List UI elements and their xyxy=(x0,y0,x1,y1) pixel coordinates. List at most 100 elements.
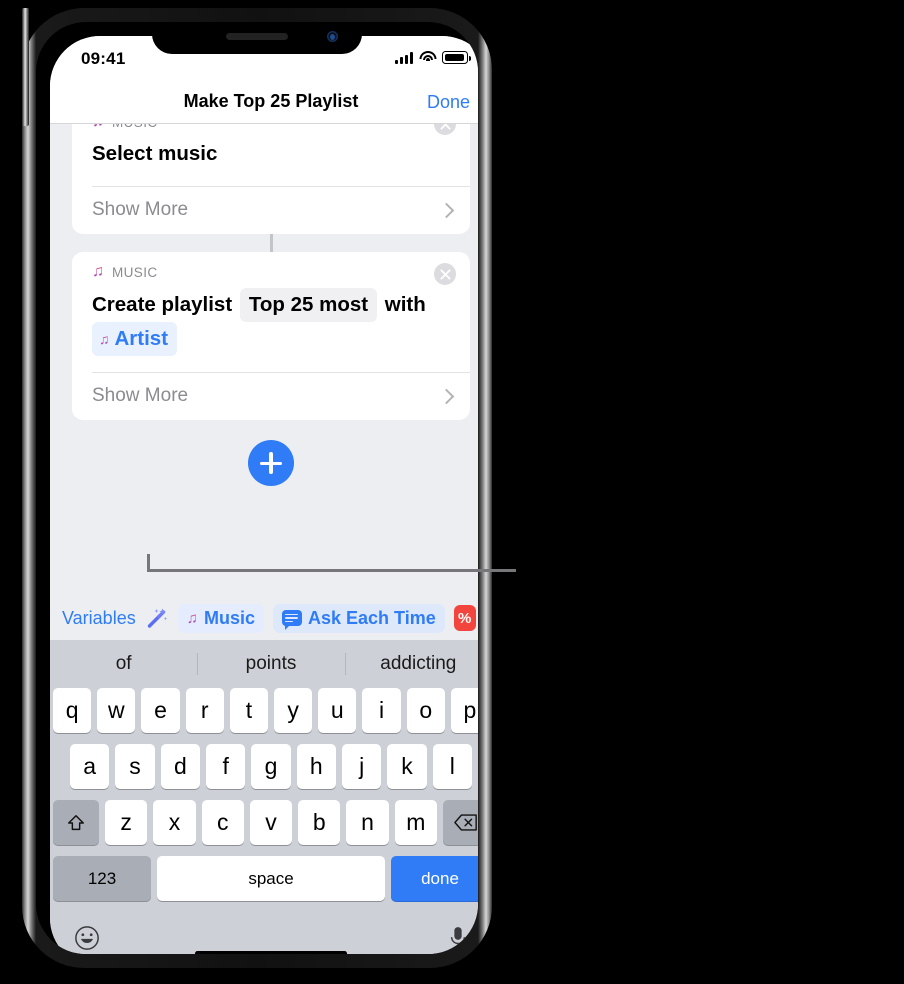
keyboard-row-2: a s d f g h j k l xyxy=(50,744,478,789)
emoji-key[interactable] xyxy=(74,925,100,955)
power-button[interactable] xyxy=(22,8,29,126)
key-x[interactable]: x xyxy=(153,800,196,845)
music-note-icon: ♫ xyxy=(99,331,110,348)
key-j[interactable]: j xyxy=(341,744,382,789)
microphone-icon xyxy=(450,926,466,948)
playlist-name-token[interactable]: Top 25 most xyxy=(239,288,378,323)
key-a[interactable]: a xyxy=(70,744,110,789)
key-n[interactable]: n xyxy=(346,800,389,845)
iphone-device-frame: 09:41 Make Top 25 Playlist Done Select m… xyxy=(22,8,492,968)
cellular-bars-icon xyxy=(395,51,413,64)
battery-full-icon xyxy=(442,51,471,64)
numeric-keyboard-key[interactable]: 123 xyxy=(53,856,151,901)
add-action-button[interactable] xyxy=(248,440,294,487)
action-app-label: MUSIC xyxy=(112,124,158,130)
keyboard-row-1: q w e r t y u i o p xyxy=(50,688,478,733)
front-camera-icon xyxy=(327,31,338,42)
action-card-header: ♫ MUSIC xyxy=(72,252,470,280)
key-c[interactable]: c xyxy=(201,800,244,845)
home-indicator[interactable] xyxy=(195,951,347,954)
return-key[interactable]: done xyxy=(391,856,478,901)
key-t[interactable]: t xyxy=(229,688,268,733)
wifi-icon xyxy=(419,51,436,64)
music-note-icon: ♫ xyxy=(92,124,104,130)
variable-token-artist[interactable]: ♫ Artist xyxy=(92,322,178,356)
close-x-glyph xyxy=(439,269,451,280)
show-more-row[interactable]: Show More xyxy=(72,186,470,234)
status-time: 09:41 xyxy=(81,49,126,68)
variable-token-label: Artist xyxy=(114,327,169,351)
page-title: Make Top 25 Playlist xyxy=(183,91,359,111)
variables-label: Variables xyxy=(62,607,136,628)
music-note-icon: ♫ xyxy=(186,609,198,627)
key-i[interactable]: i xyxy=(362,688,401,733)
key-g[interactable]: g xyxy=(251,744,291,789)
action-text-middle: with xyxy=(384,293,426,317)
suggestion-item[interactable]: points xyxy=(197,653,344,675)
key-v[interactable]: v xyxy=(249,800,293,845)
variable-chip-label: Music xyxy=(203,607,255,628)
show-more-label: Show More xyxy=(92,199,189,221)
navigation-bar: Make Top 25 Playlist Done xyxy=(50,80,478,124)
key-w[interactable]: w xyxy=(97,688,136,733)
speech-bubble-icon xyxy=(281,610,302,630)
key-f[interactable]: f xyxy=(206,744,246,789)
chevron-right-icon xyxy=(438,202,455,219)
suggestion-item[interactable]: addicting xyxy=(345,653,478,675)
backspace-icon xyxy=(454,814,477,831)
key-u[interactable]: u xyxy=(318,688,357,733)
screenshot-canvas: 09:41 Make Top 25 Playlist Done Select m… xyxy=(0,0,904,984)
show-more-row[interactable]: Show More xyxy=(72,372,470,420)
backspace-key[interactable] xyxy=(442,800,478,845)
variable-chip-ask-each-time[interactable]: Ask Each Time xyxy=(272,603,445,633)
keyboard-row-3: z x c v b n m xyxy=(50,800,478,845)
key-e[interactable]: e xyxy=(141,688,180,733)
action-card-create-playlist[interactable]: ♫ MUSIC Create playlist Top 25 most with… xyxy=(72,252,470,421)
chevron-right-icon xyxy=(438,388,455,405)
phone-screen: 09:41 Make Top 25 Playlist Done Select m… xyxy=(50,36,478,954)
status-indicators xyxy=(395,51,471,64)
variable-chip-label: Ask Each Time xyxy=(307,607,436,628)
shortcut-editor-scroll[interactable]: ♫ MUSIC Select music Show More xyxy=(50,124,478,640)
action-title[interactable]: Select music xyxy=(72,130,470,186)
device-bezel: 09:41 Make Top 25 Playlist Done Select m… xyxy=(36,22,478,954)
dictation-key[interactable] xyxy=(448,925,468,955)
key-b[interactable]: b xyxy=(298,800,341,845)
key-l[interactable]: l xyxy=(432,744,472,789)
key-q[interactable]: q xyxy=(52,688,92,733)
keyboard-bottom-bar xyxy=(50,912,478,954)
predictive-suggestion-bar[interactable]: of points addicting xyxy=(50,640,478,688)
key-h[interactable]: h xyxy=(296,744,336,789)
key-z[interactable]: z xyxy=(105,800,148,845)
magic-wand-icon[interactable] xyxy=(145,606,169,630)
suggestion-item[interactable]: of xyxy=(50,653,197,675)
shift-arrow-icon xyxy=(68,814,85,830)
earpiece-speaker xyxy=(226,33,288,40)
keyboard-row-4: 123 space done xyxy=(50,856,478,901)
music-note-icon: ♫ xyxy=(92,263,104,281)
key-s[interactable]: s xyxy=(115,744,155,789)
action-app-label: MUSIC xyxy=(112,264,158,280)
software-keyboard[interactable]: of points addicting q w e r t y u i o p … xyxy=(50,640,478,954)
space-key[interactable]: space xyxy=(157,856,385,901)
key-d[interactable]: d xyxy=(160,744,200,789)
key-m[interactable]: m xyxy=(394,800,437,845)
variables-toolbar[interactable]: Variables ♫ Music Ask Each Time % xyxy=(50,596,478,640)
close-x-glyph xyxy=(439,124,451,130)
variable-chip-music[interactable]: ♫ Music xyxy=(177,603,264,633)
key-k[interactable]: k xyxy=(387,744,427,789)
done-button[interactable]: Done xyxy=(427,92,470,113)
key-r[interactable]: r xyxy=(185,688,224,733)
key-y[interactable]: y xyxy=(274,688,313,733)
red-app-icon[interactable]: % xyxy=(453,605,476,631)
key-p[interactable]: p xyxy=(450,688,478,733)
smiley-face-icon xyxy=(75,925,99,950)
action-title[interactable]: Create playlist Top 25 most with ♫ Artis… xyxy=(72,280,470,372)
key-o[interactable]: o xyxy=(406,688,445,733)
callout-leader-horizontal xyxy=(147,569,516,572)
action-connector-line xyxy=(269,234,273,253)
shift-key[interactable] xyxy=(53,800,100,845)
action-text-before: Create playlist xyxy=(92,293,233,317)
action-card-select-music[interactable]: ♫ MUSIC Select music Show More xyxy=(72,124,470,235)
add-action-row xyxy=(50,420,478,507)
